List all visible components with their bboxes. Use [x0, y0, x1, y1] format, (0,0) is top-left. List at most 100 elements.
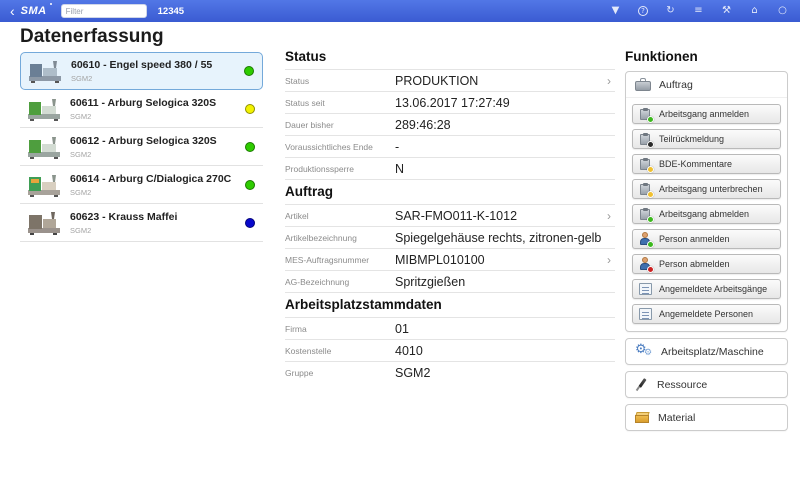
list-icon: [639, 283, 652, 295]
detail-row-kostenstelle: Kostenstelle 4010: [285, 340, 615, 362]
button-label: Person anmelden: [659, 234, 730, 244]
tool-icon: [635, 377, 649, 392]
detail-row-firma: Firma 01: [285, 318, 615, 340]
auftrag-panel-header[interactable]: Auftrag: [626, 72, 787, 97]
detail-row-artikelbezeichnung: Artikelbezeichnung Spiegelgehäuse rechts…: [285, 227, 615, 249]
machine-info: 60612 - Arburg Selogica 320S SGM2: [70, 135, 217, 159]
button-label: Angemeldete Arbeitsgänge: [659, 284, 767, 294]
detail-panel: Status Status PRODUKTION › Status seit 1…: [285, 45, 615, 384]
back-icon[interactable]: ‹: [10, 1, 15, 21]
chevron-right-icon: ›: [607, 74, 611, 88]
machine-thumbnail-icon: [26, 172, 62, 198]
help-icon[interactable]: ?: [638, 6, 648, 16]
machine-group: SGM2: [70, 112, 216, 121]
detail-row-status-seit: Status seit 13.06.2017 17:27:49: [285, 92, 615, 114]
panel-title: Auftrag: [659, 79, 693, 91]
button-label: Angemeldete Personen: [659, 309, 753, 319]
machine-thumbnail-icon: [26, 134, 62, 160]
menu-icon[interactable]: ≡: [693, 6, 704, 16]
status-dot: [245, 180, 255, 190]
row-value: SAR-FMO011-K-1012: [395, 209, 517, 223]
workstep-icon: [639, 208, 652, 221]
material-panel-header[interactable]: Material: [626, 405, 787, 430]
partial-report-button[interactable]: Teilrückmeldung: [632, 129, 781, 149]
machine-list-item[interactable]: 60623 - Krauss Maffei SGM2: [20, 204, 263, 242]
briefcase-icon: [635, 78, 651, 91]
workstep-interrupt-button[interactable]: Arbeitsgang unterbrechen: [632, 179, 781, 199]
row-label: Dauer bisher: [285, 120, 395, 130]
machine-thumbnail-icon: [27, 58, 63, 84]
machine-list: 60610 - Engel speed 380 / 55 SGM2 60611 …: [20, 52, 263, 242]
workplace-machine-panel: ⚙⚙ Arbeitsplatz/Maschine: [625, 338, 788, 365]
machine-title: 60612 - Arburg Selogica 320S: [70, 135, 217, 147]
person-icon: [639, 257, 652, 271]
registered-persons-button[interactable]: Angemeldete Personen: [632, 304, 781, 324]
workstep-signoff-button[interactable]: Arbeitsgang abmelden: [632, 204, 781, 224]
section-heading-status: Status: [285, 45, 615, 69]
functions-panel: Funktionen Auftrag Arbeitsgang anmelden …: [625, 45, 788, 431]
machine-thumbnail-icon: [26, 210, 62, 236]
row-value: 01: [395, 322, 409, 336]
bde-comments-button[interactable]: BDE-Kommentare: [632, 154, 781, 174]
panel-title: Arbeitsplatz/Maschine: [661, 346, 764, 358]
sma-logo: SMA: [21, 5, 47, 17]
filter-icon[interactable]: ▼: [610, 6, 621, 16]
power-icon[interactable]: ○: [777, 6, 788, 16]
row-label: Status seit: [285, 98, 395, 108]
wrench-icon[interactable]: ⚒: [721, 6, 732, 16]
machine-group: SGM2: [70, 226, 177, 235]
row-label: Artikel: [285, 211, 395, 221]
workplace-machine-panel-header[interactable]: ⚙⚙ Arbeitsplatz/Maschine: [626, 339, 787, 364]
workstep-icon: [639, 133, 652, 146]
machine-list-item[interactable]: 60614 - Arburg C/Dialogica 270C SGM2: [20, 166, 263, 204]
stammdaten-rows: Firma 01 Kostenstelle 4010 Gruppe SGM2: [285, 317, 615, 384]
workstep-signin-button[interactable]: Arbeitsgang anmelden: [632, 104, 781, 124]
filter-input[interactable]: [61, 4, 147, 18]
machine-title: 60614 - Arburg C/Dialogica 270C: [70, 173, 231, 185]
gears-icon: ⚙⚙: [635, 344, 653, 360]
detail-row-status[interactable]: Status PRODUKTION ›: [285, 70, 615, 92]
section-heading-auftrag: Auftrag: [285, 180, 615, 204]
person-signoff-button[interactable]: Person abmelden: [632, 254, 781, 274]
sync-icon[interactable]: ↻: [665, 6, 676, 16]
section-heading-arbeitsplatzstammdaten: Arbeitsplatzstammdaten: [285, 293, 615, 317]
status-dot: [245, 104, 255, 114]
detail-row-mes-auftragsnummer[interactable]: MES-Auftragsnummer MIBMPL010100 ›: [285, 249, 615, 271]
row-label: AG-Bezeichnung: [285, 277, 395, 287]
person-icon: [639, 232, 652, 246]
machine-list-item[interactable]: 60612 - Arburg Selogica 320S SGM2: [20, 128, 263, 166]
button-label: BDE-Kommentare: [659, 159, 732, 169]
detail-row-voraussichtliches-ende: Voraussichtliches Ende -: [285, 136, 615, 158]
machine-thumbnail-icon: [26, 96, 62, 122]
panel-title: Ressource: [657, 379, 707, 391]
detail-row-dauer-bisher: Dauer bisher 289:46:28: [285, 114, 615, 136]
chevron-right-icon: ›: [607, 209, 611, 223]
row-value: N: [395, 162, 404, 176]
resource-panel-header[interactable]: Ressource: [626, 372, 787, 397]
person-signin-button[interactable]: Person anmelden: [632, 229, 781, 249]
machine-info: 60611 - Arburg Selogica 320S SGM2: [70, 97, 216, 121]
machine-info: 60614 - Arburg C/Dialogica 270C SGM2: [70, 173, 231, 197]
top-navbar: ‹ SMA 12345 ▼ ? ↻ ≡ ⚒ ⌂ ○: [0, 0, 800, 22]
home-icon[interactable]: ⌂: [749, 6, 760, 16]
row-label: Firma: [285, 324, 395, 334]
material-panel: Material: [625, 404, 788, 431]
row-label: Status: [285, 76, 395, 86]
status-dot: [245, 218, 255, 228]
registered-worksteps-button[interactable]: Angemeldete Arbeitsgänge: [632, 279, 781, 299]
workstep-icon: [639, 108, 652, 121]
workstep-icon: [639, 183, 652, 196]
machine-info: 60610 - Engel speed 380 / 55 SGM2: [71, 59, 212, 83]
row-label: Gruppe: [285, 368, 395, 378]
row-label: MES-Auftragsnummer: [285, 255, 395, 265]
machine-list-item[interactable]: 60610 - Engel speed 380 / 55 SGM2: [20, 52, 263, 90]
machine-list-item[interactable]: 60611 - Arburg Selogica 320S SGM2: [20, 90, 263, 128]
auftrag-rows: Artikel SAR-FMO011-K-1012 › Artikelbezei…: [285, 204, 615, 293]
detail-row-produktionssperre: Produktionssperre N: [285, 158, 615, 180]
panel-title: Material: [658, 412, 695, 424]
detail-row-artikel[interactable]: Artikel SAR-FMO011-K-1012 ›: [285, 205, 615, 227]
auftrag-panel-body: Arbeitsgang anmelden Teilrückmeldung BDE…: [626, 97, 787, 331]
functions-heading: Funktionen: [625, 45, 788, 71]
row-value: MIBMPL010100: [395, 253, 485, 267]
row-value: Spritzgießen: [395, 275, 465, 289]
